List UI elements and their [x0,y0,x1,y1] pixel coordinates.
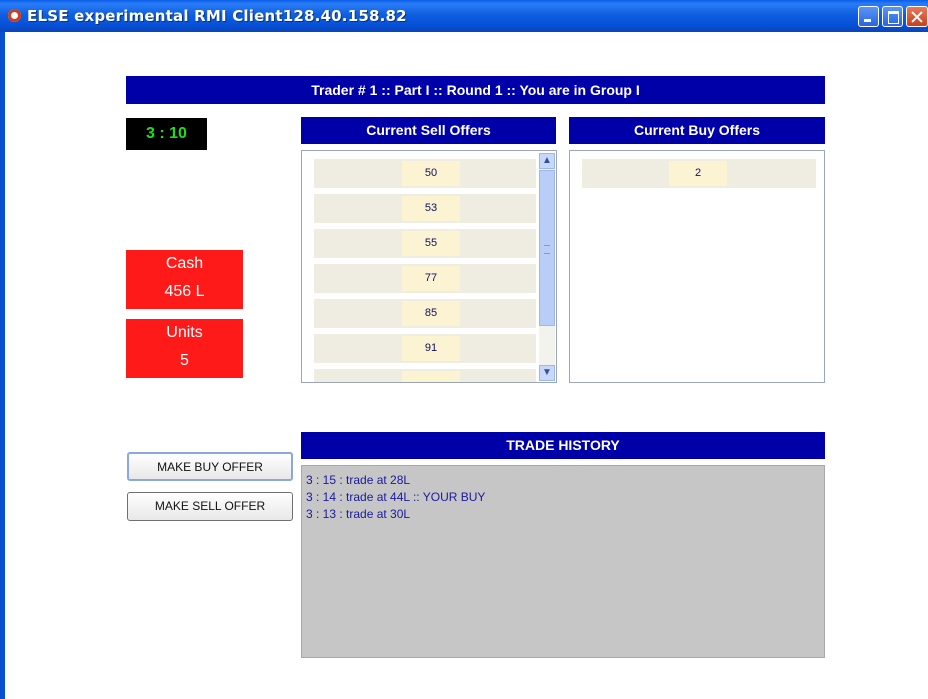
cash-label: Cash [165,255,204,272]
sell-offers-list[interactable]: 50 53 55 77 85 91 ▲ ▼ [301,150,557,383]
units-value: 5 [180,352,189,369]
sell-offer-value: 55 [402,231,460,256]
sell-offer-value [402,371,460,382]
grip-icon [544,245,550,254]
countdown-timer: 3 : 10 [126,118,207,150]
window-border [0,32,5,699]
units-label: Units [166,324,203,341]
sell-offer-value: 53 [402,196,460,221]
sell-offer-row[interactable]: 85 [314,299,536,328]
sell-offer-value: 91 [402,336,460,361]
maximize-button[interactable] [882,6,903,27]
cash-value: 456 L [164,283,205,300]
cash-display: Cash 456 L [126,250,243,309]
app-icon [8,9,21,22]
sell-offer-row[interactable]: 55 [314,229,536,258]
app-window: ELSE experimental RMI Client128.40.158.8… [0,0,928,699]
sell-offer-value: 77 [402,266,460,291]
minimize-button[interactable] [858,6,879,27]
buy-offers-header: Current Buy Offers [569,117,825,144]
trade-history-entry: 3 : 15 : trade at 28L [306,473,411,487]
scroll-thumb[interactable] [539,170,555,326]
close-button[interactable] [906,6,928,27]
buy-offer-row[interactable]: 2 [582,159,816,188]
units-display: Units 5 [126,319,243,378]
buy-offers-list[interactable]: 2 [569,150,825,383]
scroll-down-arrow-icon[interactable]: ▼ [539,365,555,381]
sell-offer-row[interactable]: 91 [314,334,536,363]
trade-history-entry: 3 : 14 : trade at 44L :: YOUR BUY [306,490,486,504]
title-bar[interactable]: ELSE experimental RMI Client128.40.158.8… [0,0,928,32]
make-sell-offer-button[interactable]: MAKE SELL OFFER [127,492,293,521]
trade-history-list[interactable]: 3 : 15 : trade at 28L 3 : 14 : trade at … [301,465,825,658]
sell-offer-value: 85 [402,301,460,326]
sell-offer-row[interactable]: 50 [314,159,536,188]
buy-offer-value: 2 [669,161,727,186]
trade-history-header: TRADE HISTORY [301,432,825,459]
sell-offers-header: Current Sell Offers [301,117,556,144]
sell-offer-row[interactable]: 53 [314,194,536,223]
round-banner: Trader # 1 :: Part I :: Round 1 :: You a… [126,76,825,104]
trade-history-entry: 3 : 13 : trade at 30L [306,507,411,521]
window-title: ELSE experimental RMI Client128.40.158.8… [27,7,407,25]
make-buy-offer-button[interactable]: MAKE BUY OFFER [127,452,293,481]
sell-offer-row[interactable] [314,369,536,382]
sell-offer-value: 50 [402,161,460,186]
scroll-up-arrow-icon[interactable]: ▲ [539,153,555,169]
sell-offers-scrollbar[interactable]: ▲ ▼ [539,153,555,381]
sell-offer-row[interactable]: 77 [314,264,536,293]
